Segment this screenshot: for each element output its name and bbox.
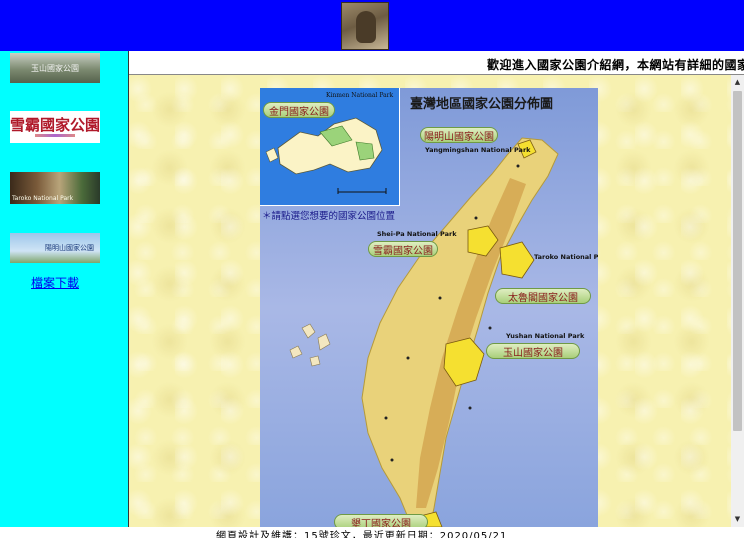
sidebar: 玉山國家公園 雪霸國家公園 Taroko National Park 陽明山國家… [0, 51, 129, 527]
marquee-text: 歡迎進入國家公園介紹網，本網站有詳細的國家公 [487, 58, 744, 72]
sidebar-image-label: 陽明山國家公園 [45, 244, 94, 252]
sheipa-english-label: Shei-Pa National Park [377, 230, 457, 238]
animal-photo-icon [341, 2, 389, 50]
marquee-bar: 歡迎進入國家公園介紹網，本網站有詳細的國家公 [129, 51, 744, 75]
top-banner [0, 0, 744, 51]
kinmen-park-label[interactable]: 金門國家公園 [263, 102, 335, 118]
sidebar-image-yushan[interactable]: 玉山國家公園 [10, 53, 100, 83]
map-title: 臺灣地區國家公園分佈圖 [410, 97, 554, 112]
yushan-english-label: Yushan National Park [506, 332, 585, 340]
decorative-wave-icon [35, 134, 75, 137]
yushan-park-label[interactable]: 玉山國家公園 [486, 343, 580, 359]
taiwan-national-parks-map: Kinmen National Park 臺灣地區國家公園分佈圖 金門國家公園 … [260, 88, 598, 527]
yangmingshan-english-label: Yangmingshan National Park [425, 146, 531, 154]
sidebar-image-sheipa[interactable]: 雪霸國家公園 [10, 111, 100, 143]
taroko-park-label[interactable]: 太魯閣國家公園 [495, 288, 591, 304]
content-scrollbar[interactable]: ▲ ▼ [731, 75, 744, 527]
park-area-taroko[interactable] [499, 241, 535, 279]
yangmingshan-park-label[interactable]: 陽明山國家公園 [420, 127, 498, 143]
penghu-islands [289, 323, 331, 367]
sidebar-image-taroko[interactable]: Taroko National Park [10, 172, 100, 204]
scroll-thumb[interactable] [733, 91, 742, 431]
footer: 網頁設計及維護：15號珍文，最近更新日期：2020/05/21 [0, 527, 744, 538]
kenting-park-label[interactable]: 墾丁國家公園 [334, 514, 428, 527]
taroko-english-label: Taroko National Park [534, 253, 598, 261]
sidebar-image-label: 玉山國家公園 [31, 63, 79, 73]
scroll-up-arrow-icon[interactable]: ▲ [731, 75, 744, 88]
sheipa-park-label[interactable]: 雪霸國家公園 [368, 241, 438, 257]
sidebar-image-label: 雪霸國家公園 [10, 116, 100, 134]
scroll-down-arrow-icon[interactable]: ▼ [731, 512, 744, 525]
map-hint-text: ＊請點選您想要的國家公園位置 [262, 211, 396, 222]
download-link[interactable]: 檔案下載 [31, 274, 79, 291]
footer-text: 網頁設計及維護：15號珍文，最近更新日期：2020/05/21 [216, 531, 508, 538]
sidebar-image-yangmingshan[interactable]: 陽明山國家公園 [10, 233, 100, 263]
sidebar-image-label: Taroko National Park [12, 195, 74, 202]
content-frame: Kinmen National Park 臺灣地區國家公園分佈圖 金門國家公園 … [129, 75, 744, 527]
